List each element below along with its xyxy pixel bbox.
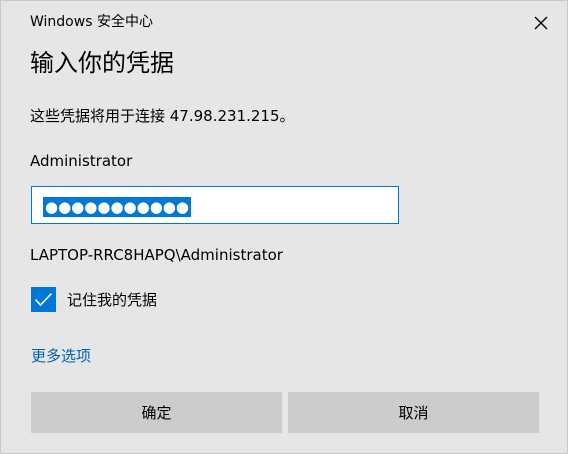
close-icon [534,16,548,30]
ok-button[interactable]: 确定 [31,392,282,433]
checkmark-icon [34,292,53,307]
dialog-heading: 输入你的凭据 [30,49,174,77]
window-title: Windows 安全中心 [30,14,153,30]
cancel-button[interactable]: 取消 [288,392,539,433]
username-label: Administrator [30,152,133,170]
checkbox-checked[interactable] [31,287,56,312]
connection-description: 这些凭据将用于连接 47.98.231.215。 [30,107,295,125]
password-value-selected: ●●●●●●●●●●● [43,197,191,217]
close-button[interactable] [525,9,557,37]
remember-credentials-label: 记住我的凭据 [67,290,158,309]
more-options-link[interactable]: 更多选项 [31,346,91,366]
credential-dialog: Windows 安全中心 输入你的凭据 这些凭据将用于连接 47.98.231.… [0,0,568,454]
account-domain-label: LAPTOP-RRC8HAPQ\Administrator [30,246,283,264]
remember-credentials-checkbox[interactable]: 记住我的凭据 [31,287,157,312]
password-input[interactable]: ●●●●●●●●●●● [31,186,399,224]
